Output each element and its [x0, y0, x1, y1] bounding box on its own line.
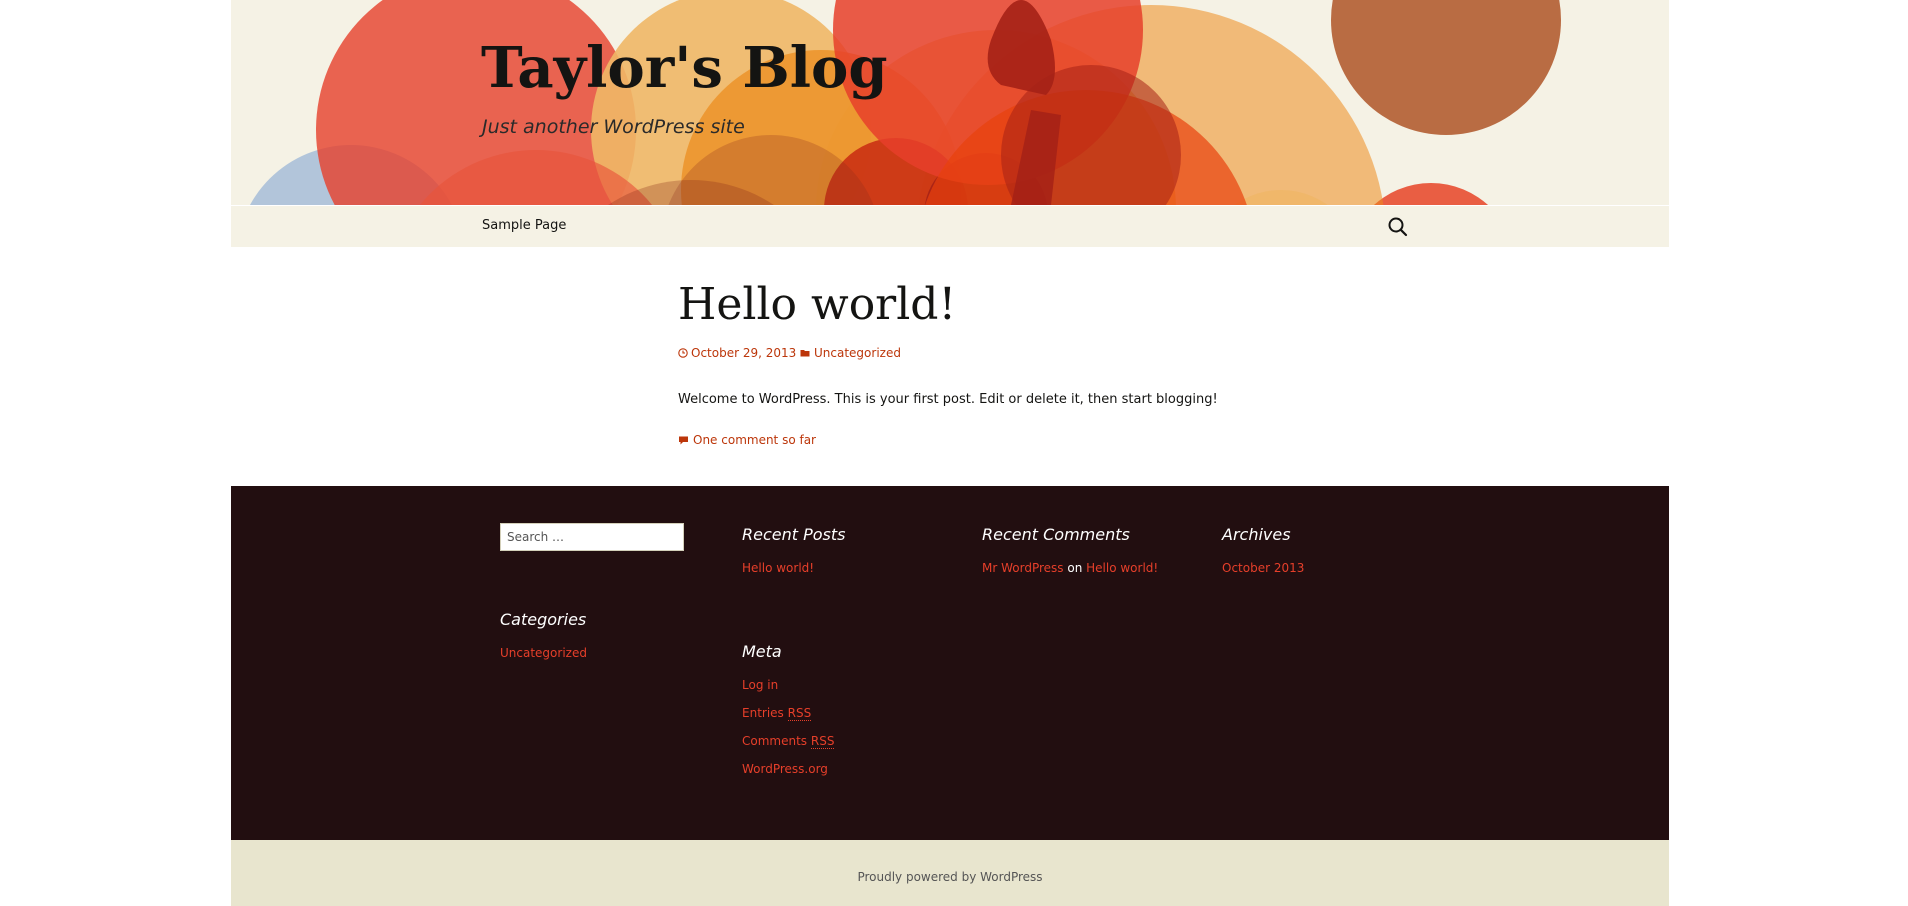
- meta-log-in-link[interactable]: Log in: [742, 678, 778, 692]
- site-header: Taylor's Blog Just another WordPress sit…: [231, 0, 1669, 205]
- meta-entries-rss-link[interactable]: Entries RSS: [742, 706, 812, 721]
- post-date-text: October 29, 2013: [691, 346, 797, 360]
- post-category-text: Uncategorized: [814, 346, 901, 360]
- folder-icon: [800, 350, 810, 357]
- nav-item-sample-page[interactable]: Sample Page: [482, 218, 566, 233]
- meta-wordpress-org-link[interactable]: WordPress.org: [742, 762, 828, 776]
- recent-comments-title: Recent Comments: [982, 525, 1130, 544]
- archives-title: Archives: [1222, 525, 1291, 544]
- post-comments-link[interactable]: One comment so far: [678, 433, 816, 447]
- recent-comment-author-link[interactable]: Mr WordPress: [982, 561, 1064, 575]
- clock-icon: [678, 348, 688, 358]
- search-icon: [1388, 217, 1408, 237]
- meta-comments-rss-abbr: RSS: [810, 734, 835, 749]
- main-content: Hello world! October 29, 2013 Uncategori…: [231, 247, 1669, 486]
- footer-widgets: Recent Posts Hello world! Recent Comment…: [231, 486, 1669, 840]
- post-comments-text: One comment so far: [693, 433, 816, 447]
- archive-link[interactable]: October 2013: [1222, 561, 1304, 575]
- comment-icon: [679, 436, 688, 444]
- categories-title: Categories: [500, 610, 587, 629]
- site-tagline: Just another WordPress site: [482, 116, 745, 138]
- nav-search-button[interactable]: [1386, 215, 1410, 239]
- recent-comment-connector: on: [1067, 561, 1083, 575]
- page: Taylor's Blog Just another WordPress sit…: [231, 0, 1669, 906]
- recent-comment-post-link[interactable]: Hello world!: [1086, 561, 1158, 575]
- post-category-link[interactable]: Uncategorized: [800, 346, 901, 360]
- meta-comments-label: Comments: [742, 734, 808, 748]
- site-footer: Proudly powered by WordPress: [231, 840, 1669, 906]
- category-link[interactable]: Uncategorized: [500, 646, 587, 660]
- recent-post-link[interactable]: Hello world!: [742, 561, 814, 575]
- meta-title: Meta: [742, 642, 782, 661]
- recent-posts-title: Recent Posts: [742, 525, 846, 544]
- meta-entries-label: Entries: [742, 706, 784, 720]
- site-title[interactable]: Taylor's Blog: [481, 40, 888, 96]
- header-decorative-circles: [250, 0, 1561, 205]
- recent-comment-item: Mr WordPress on Hello world!: [982, 561, 1158, 575]
- navbar: Sample Page: [231, 206, 1669, 247]
- meta-comments-rss-link[interactable]: Comments RSS: [742, 734, 835, 749]
- powered-by-link[interactable]: Proudly powered by WordPress: [231, 870, 1669, 884]
- post-title[interactable]: Hello world!: [678, 283, 956, 327]
- footer-search-input[interactable]: [500, 523, 684, 551]
- meta-entries-rss-abbr: RSS: [787, 706, 812, 721]
- post-date-link[interactable]: October 29, 2013: [678, 346, 796, 360]
- post-body: Welcome to WordPress. This is your first…: [678, 392, 1218, 407]
